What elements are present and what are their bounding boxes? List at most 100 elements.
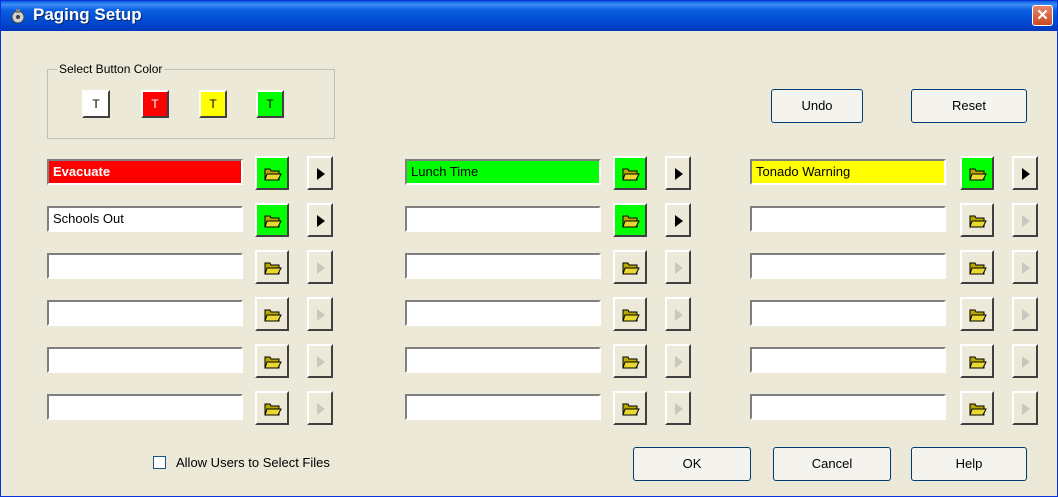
page-name-field[interactable] xyxy=(405,394,601,420)
play-icon xyxy=(1022,309,1030,321)
folder-open-icon xyxy=(969,309,987,322)
cancel-button[interactable]: Cancel xyxy=(773,447,891,481)
close-button[interactable]: ✕ xyxy=(1032,5,1053,26)
folder-open-button[interactable] xyxy=(960,250,994,284)
folder-open-icon xyxy=(264,356,282,369)
reset-button[interactable]: Reset xyxy=(911,89,1027,123)
page-name-field[interactable] xyxy=(47,347,243,373)
play-icon xyxy=(317,168,325,180)
play-icon xyxy=(1022,403,1030,415)
allow-select-files-label: Allow Users to Select Files xyxy=(176,455,330,470)
play-button[interactable] xyxy=(665,156,691,190)
folder-open-icon xyxy=(264,168,282,181)
button-color-group-label: Select Button Color xyxy=(57,62,165,76)
play-icon xyxy=(317,215,325,227)
play-button[interactable] xyxy=(307,250,333,284)
window-title: Paging Setup xyxy=(33,5,142,24)
play-icon xyxy=(675,309,683,321)
folder-open-button[interactable] xyxy=(255,344,289,378)
play-button[interactable] xyxy=(665,297,691,331)
folder-open-icon xyxy=(969,168,987,181)
folder-open-button[interactable] xyxy=(255,156,289,190)
page-name-field[interactable]: Tonado Warning xyxy=(750,159,946,185)
page-name-field[interactable] xyxy=(405,347,601,373)
play-icon xyxy=(317,309,325,321)
folder-open-icon xyxy=(969,215,987,228)
play-button[interactable] xyxy=(665,344,691,378)
undo-button[interactable]: Undo xyxy=(771,89,863,123)
play-icon xyxy=(317,262,325,274)
folder-open-icon xyxy=(622,356,640,369)
page-name-field[interactable] xyxy=(750,347,946,373)
page-name-field[interactable] xyxy=(750,394,946,420)
play-icon xyxy=(317,356,325,368)
play-button[interactable] xyxy=(1012,203,1038,237)
play-button[interactable] xyxy=(1012,391,1038,425)
folder-open-icon xyxy=(622,309,640,322)
play-icon xyxy=(1022,262,1030,274)
play-button[interactable] xyxy=(665,250,691,284)
folder-open-button[interactable] xyxy=(255,391,289,425)
play-button[interactable] xyxy=(307,203,333,237)
paging-setup-dialog: Paging Setup ✕ Select Button Color TTTT … xyxy=(0,0,1058,497)
help-button[interactable]: Help xyxy=(911,447,1027,481)
play-button[interactable] xyxy=(665,391,691,425)
folder-open-icon xyxy=(622,403,640,416)
play-button[interactable] xyxy=(665,203,691,237)
folder-open-icon xyxy=(969,356,987,369)
page-name-field[interactable] xyxy=(750,206,946,232)
play-button[interactable] xyxy=(307,391,333,425)
play-button[interactable] xyxy=(307,297,333,331)
folder-open-icon xyxy=(622,168,640,181)
folder-open-icon xyxy=(622,262,640,275)
page-name-field[interactable]: Evacuate xyxy=(47,159,243,185)
folder-open-button[interactable] xyxy=(613,344,647,378)
play-button[interactable] xyxy=(1012,344,1038,378)
color-swatch-button[interactable]: T xyxy=(141,90,169,118)
play-button[interactable] xyxy=(1012,156,1038,190)
color-swatch-button[interactable]: T xyxy=(199,90,227,118)
folder-open-button[interactable] xyxy=(960,203,994,237)
folder-open-icon xyxy=(264,262,282,275)
play-icon xyxy=(1022,168,1030,180)
color-swatch-button[interactable]: T xyxy=(256,90,284,118)
play-button[interactable] xyxy=(1012,250,1038,284)
play-button[interactable] xyxy=(307,344,333,378)
folder-open-button[interactable] xyxy=(255,297,289,331)
folder-open-button[interactable] xyxy=(960,391,994,425)
folder-open-icon xyxy=(264,309,282,322)
page-name-field[interactable] xyxy=(750,253,946,279)
folder-open-icon xyxy=(264,215,282,228)
page-name-field[interactable] xyxy=(405,253,601,279)
folder-open-button[interactable] xyxy=(255,250,289,284)
title-bar[interactable]: Paging Setup ✕ xyxy=(1,1,1057,31)
folder-open-button[interactable] xyxy=(960,344,994,378)
play-icon xyxy=(675,403,683,415)
folder-open-button[interactable] xyxy=(960,156,994,190)
allow-select-files-checkbox[interactable] xyxy=(153,456,166,469)
page-name-field[interactable] xyxy=(750,300,946,326)
page-name-field[interactable] xyxy=(47,394,243,420)
folder-open-button[interactable] xyxy=(613,250,647,284)
page-name-field[interactable] xyxy=(47,300,243,326)
folder-open-button[interactable] xyxy=(255,203,289,237)
folder-open-icon xyxy=(622,215,640,228)
paging-app-icon xyxy=(11,9,25,24)
ok-button[interactable]: OK xyxy=(633,447,751,481)
play-button[interactable] xyxy=(1012,297,1038,331)
folder-open-button[interactable] xyxy=(613,297,647,331)
play-icon xyxy=(675,215,683,227)
play-icon xyxy=(317,403,325,415)
page-name-field[interactable] xyxy=(405,300,601,326)
folder-open-button[interactable] xyxy=(613,156,647,190)
page-name-field[interactable] xyxy=(405,206,601,232)
folder-open-button[interactable] xyxy=(960,297,994,331)
folder-open-button[interactable] xyxy=(613,203,647,237)
page-name-field[interactable]: Lunch Time xyxy=(405,159,601,185)
play-button[interactable] xyxy=(307,156,333,190)
page-name-field[interactable] xyxy=(47,253,243,279)
folder-open-button[interactable] xyxy=(613,391,647,425)
color-swatch-button[interactable]: T xyxy=(82,90,110,118)
folder-open-icon xyxy=(969,262,987,275)
page-name-field[interactable]: Schools Out xyxy=(47,206,243,232)
